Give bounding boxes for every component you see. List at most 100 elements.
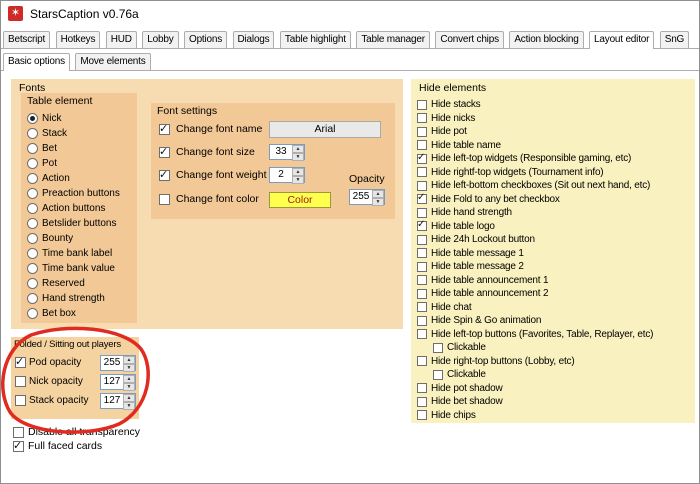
global-option-checkbox[interactable] [13, 426, 24, 438]
radio-button[interactable] [27, 143, 38, 154]
font-size-spinner[interactable]: 33 ▲ ▼ [269, 144, 305, 161]
hide-element-row[interactable]: Hide table message 1 [417, 247, 695, 261]
hide-element-row[interactable]: Hide chat [417, 301, 695, 315]
table-element-option[interactable]: Bounty [27, 231, 135, 246]
folded-row-checkbox[interactable] [15, 376, 26, 387]
radio-button[interactable] [27, 113, 38, 124]
main-tab[interactable]: Dialogs [232, 31, 275, 48]
radio-button[interactable] [27, 278, 38, 289]
hide-element-checkbox[interactable] [417, 288, 427, 299]
hide-element-row[interactable]: Hide right-top buttons (Lobby, etc) [417, 355, 695, 369]
table-element-option[interactable]: Hand strength [27, 291, 135, 306]
table-element-option[interactable]: Action buttons [27, 201, 135, 216]
change-font-color-checkbox[interactable] [159, 193, 170, 205]
hide-element-row[interactable]: Hide pot [417, 125, 695, 139]
table-element-option[interactable]: Action [27, 171, 135, 186]
table-element-option[interactable]: Pot [27, 156, 135, 171]
global-option-row[interactable]: Disable all transparency [13, 425, 140, 439]
hide-element-checkbox[interactable] [417, 329, 427, 340]
hide-element-checkbox[interactable] [417, 113, 427, 124]
table-element-option[interactable]: Nick [27, 111, 135, 126]
radio-button[interactable] [27, 173, 38, 184]
table-element-option[interactable]: Time bank label [27, 246, 135, 261]
folded-row-up-button[interactable]: ▲ [123, 374, 135, 383]
table-element-option[interactable]: Stack [27, 126, 135, 141]
hide-element-row[interactable]: Hide table announcement 2 [417, 287, 695, 301]
hide-element-checkbox[interactable] [417, 219, 427, 232]
hide-element-checkbox[interactable] [433, 342, 443, 353]
sub-tab[interactable]: Move elements [75, 53, 151, 70]
font-name-button[interactable]: Arial [269, 121, 381, 138]
folded-row-up-button[interactable]: ▲ [123, 393, 135, 402]
folded-row-value[interactable]: 255 [101, 355, 123, 370]
hide-element-checkbox[interactable] [417, 302, 427, 313]
main-tab[interactable]: Betscript [3, 31, 51, 48]
hide-element-row[interactable]: Hide table announcement 1 [417, 274, 695, 288]
folded-row-value[interactable]: 127 [101, 374, 123, 389]
hide-element-row[interactable]: Hide chips [417, 409, 695, 423]
change-font-name-checkbox[interactable] [159, 122, 170, 135]
radio-button[interactable] [27, 203, 38, 214]
folded-row-spinner[interactable]: 127 ▲ ▼ [100, 373, 136, 391]
font-weight-up-button[interactable]: ▲ [292, 168, 304, 176]
main-tab[interactable]: Action blocking [509, 31, 584, 48]
folded-row-checkbox[interactable] [15, 395, 26, 406]
sub-tab[interactable]: Basic options [3, 53, 70, 71]
hide-element-checkbox[interactable] [417, 99, 427, 110]
hide-element-checkbox[interactable] [417, 356, 427, 367]
font-weight-down-button[interactable]: ▼ [292, 176, 304, 184]
hide-element-checkbox[interactable] [417, 152, 427, 164]
radio-button[interactable] [27, 218, 38, 229]
table-element-option[interactable]: Preaction buttons [27, 186, 135, 201]
table-element-option[interactable]: Bet box [27, 306, 135, 321]
hide-element-row[interactable]: Clickable [433, 341, 695, 355]
main-tab[interactable]: HUD [105, 31, 137, 48]
hide-element-checkbox[interactable] [417, 248, 427, 259]
radio-button[interactable] [27, 293, 38, 304]
opacity-down-button[interactable]: ▼ [372, 198, 384, 206]
hide-element-row[interactable]: Hide Spin & Go animation [417, 314, 695, 328]
hide-element-row[interactable]: Hide Fold to any bet checkbox [417, 192, 695, 207]
table-element-option[interactable]: Time bank value [27, 261, 135, 276]
radio-button[interactable] [27, 248, 38, 259]
folded-row-value[interactable]: 127 [101, 393, 123, 408]
opacity-spinner[interactable]: 255 ▲ ▼ [349, 189, 385, 206]
hide-element-checkbox[interactable] [433, 369, 443, 380]
font-size-value[interactable]: 33 [270, 145, 292, 159]
hide-element-checkbox[interactable] [417, 383, 427, 394]
folded-row-down-button[interactable]: ▼ [123, 382, 135, 391]
font-size-up-button[interactable]: ▲ [292, 145, 304, 153]
hide-element-checkbox[interactable] [417, 126, 427, 137]
hide-element-row[interactable]: Hide left-top buttons (Favorites, Table,… [417, 328, 695, 342]
global-option-checkbox[interactable] [13, 439, 24, 452]
hide-element-checkbox[interactable] [417, 207, 427, 218]
hide-element-checkbox[interactable] [417, 180, 427, 191]
hide-element-row[interactable]: Hide bet shadow [417, 395, 695, 409]
hide-element-checkbox[interactable] [417, 410, 427, 421]
main-tab[interactable]: Table highlight [279, 31, 351, 48]
change-font-weight-checkbox[interactable] [159, 168, 170, 181]
hide-element-row[interactable]: Hide table message 2 [417, 260, 695, 274]
radio-button[interactable] [27, 128, 38, 139]
hide-element-checkbox[interactable] [417, 192, 427, 205]
main-tab[interactable]: Options [183, 31, 228, 48]
font-weight-value[interactable]: 2 [270, 168, 292, 182]
table-element-option[interactable]: Betslider buttons [27, 216, 135, 231]
hide-element-checkbox[interactable] [417, 315, 427, 326]
folded-row-spinner[interactable]: 127 ▲ ▼ [100, 392, 136, 410]
folded-row-down-button[interactable]: ▼ [123, 401, 135, 410]
hide-element-row[interactable]: Hide pot shadow [417, 382, 695, 396]
hide-element-checkbox[interactable] [417, 167, 427, 178]
change-font-size-checkbox[interactable] [159, 145, 170, 158]
table-element-option[interactable]: Bet [27, 141, 135, 156]
color-picker-button[interactable]: Color [269, 192, 331, 208]
radio-button[interactable] [27, 188, 38, 199]
main-tab[interactable]: Table manager [356, 31, 430, 48]
hide-element-row[interactable]: Hide left-top widgets (Responsible gamin… [417, 152, 695, 166]
opacity-up-button[interactable]: ▲ [372, 190, 384, 198]
hide-element-row[interactable]: Hide stacks [417, 98, 695, 112]
hide-element-checkbox[interactable] [417, 261, 427, 272]
radio-button[interactable] [27, 263, 38, 274]
hide-element-row[interactable]: Clickable [433, 368, 695, 382]
hide-element-row[interactable]: Hide nicks [417, 112, 695, 126]
